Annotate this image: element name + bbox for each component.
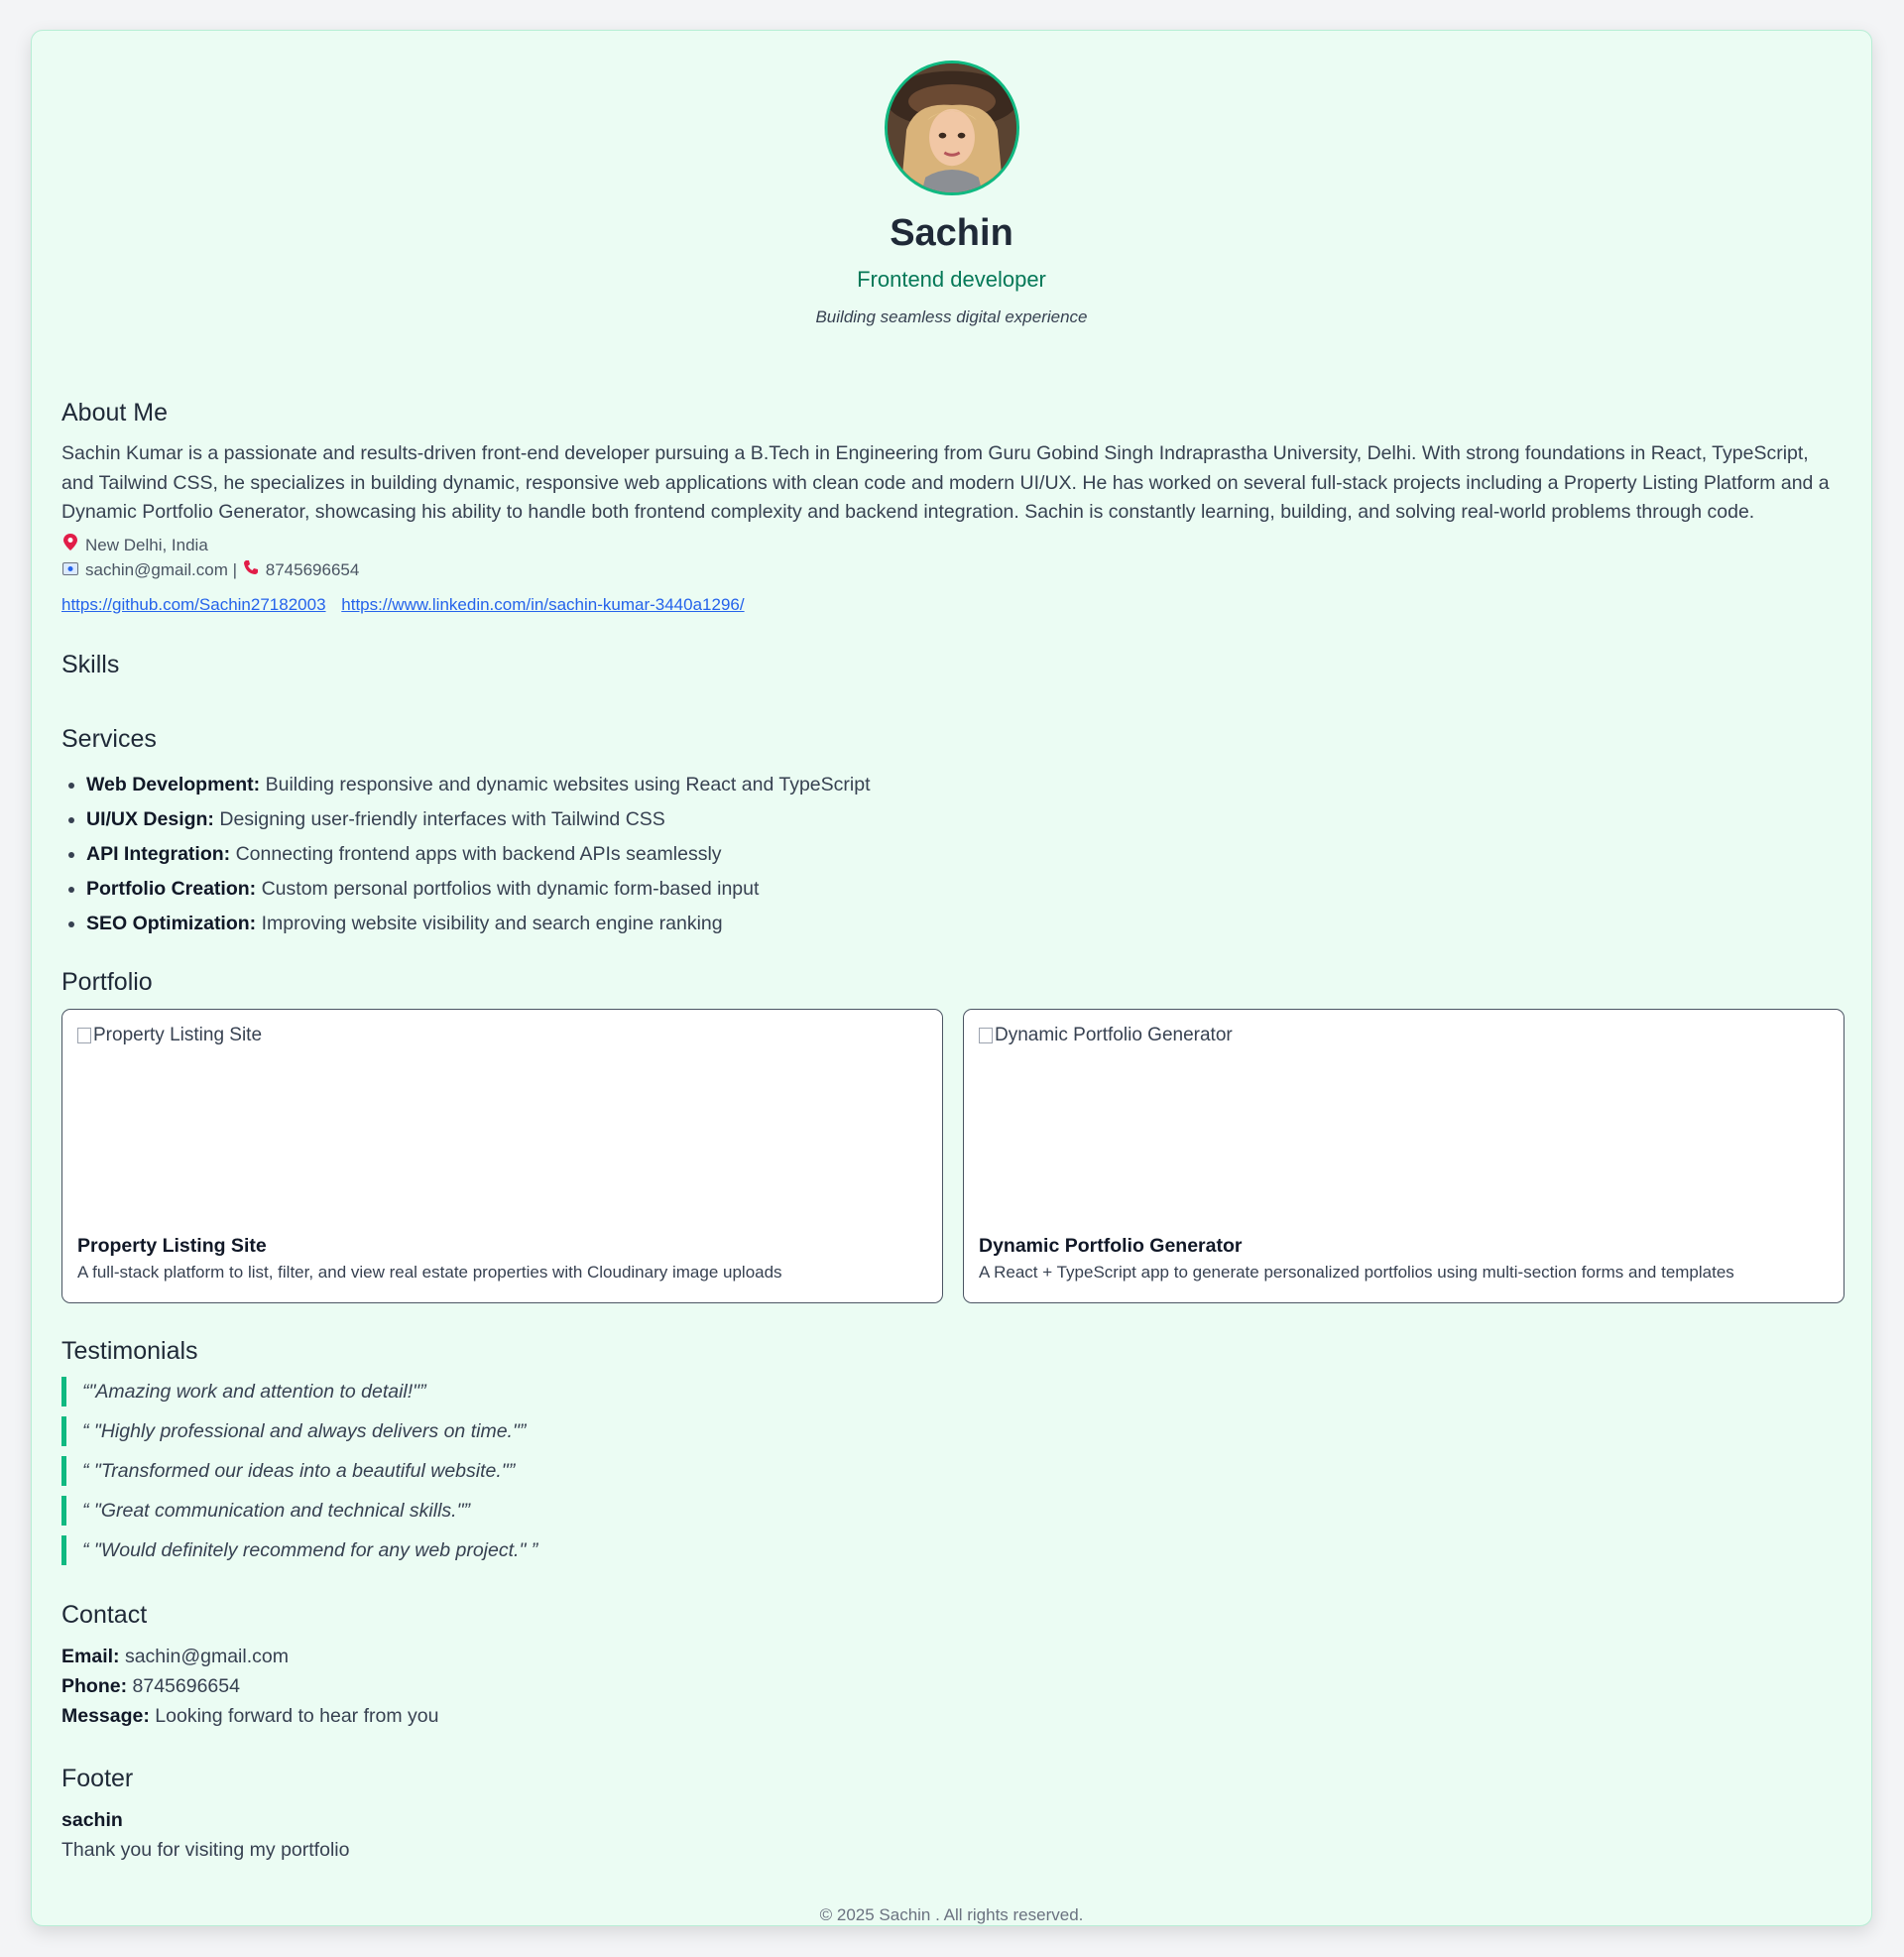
services-list: Web Development: Building responsive and… [61,768,871,941]
service-desc: Improving website visibility and search … [261,913,723,934]
about-text: Sachin Kumar is a passionate and results… [61,442,1830,523]
service-desc: Connecting frontend apps with backend AP… [235,843,722,865]
project-image: Dynamic Portfolio Generator [979,1025,1829,1233]
testimonial-quote: “ "Would definitely recommend for any we… [61,1535,537,1565]
contact-message-value: Looking forward to hear from you [155,1705,439,1727]
profile-header: Sachin Frontend developer Building seaml… [61,61,1842,328]
testimonial-quote: “ "Transformed our ideas into a beautifu… [61,1456,537,1486]
copyright-text: © 2025 Sachin . All rights reserved. [819,1905,1084,1924]
contact-email-row: Email: sachin@gmail.com [61,1642,438,1671]
phone-icon [242,558,260,582]
footer-details: sachin Thank you for visiting my portfol… [61,1805,349,1865]
portfolio-grid: Property Listing Site Property Listing S… [61,1009,1844,1303]
portfolio-content: Sachin Frontend developer Building seaml… [61,31,1844,1925]
project-title: Dynamic Portfolio Generator [979,1235,1243,1257]
email-text: sachin@gmail.com [85,560,228,579]
services-title: Services [61,725,157,753]
service-item: UI/UX Design: Designing user-friendly in… [86,802,871,837]
social-links: https://github.com/Sachin27182003 https:… [61,593,756,617]
project-image-alt: Property Listing Site [93,1025,263,1045]
avatar-portrait-image [887,63,1016,192]
project-desc: A React + TypeScript app to generate per… [979,1263,1734,1282]
contact-email-label: Email: [61,1646,120,1667]
service-desc: Building responsive and dynamic websites… [265,774,871,795]
contact-title: Contact [61,1601,148,1629]
project-image: Property Listing Site [77,1025,927,1233]
project-image-alt: Dynamic Portfolio Generator [995,1025,1233,1045]
service-item: Portfolio Creation: Custom personal port… [86,872,871,907]
footer-title: Footer [61,1765,134,1792]
footer-name: sachin [61,1809,123,1831]
contact-details: Email: sachin@gmail.com Phone: 874569665… [61,1642,438,1731]
contact-separator: | [232,560,238,579]
project-card-portfolio-generator[interactable]: Dynamic Portfolio Generator Dynamic Port… [963,1009,1844,1303]
service-item: API Integration: Connecting frontend app… [86,837,871,872]
service-desc: Designing user-friendly interfaces with … [219,808,665,830]
project-desc: A full-stack platform to list, filter, a… [77,1263,782,1282]
portfolio-card: Sachin Frontend developer Building seaml… [31,30,1872,1926]
service-name: Portfolio Creation: [86,878,257,900]
contact-message-row: Message: Looking forward to hear from yo… [61,1701,438,1731]
location-line: New Delhi, India [61,534,208,557]
github-link[interactable]: https://github.com/Sachin27182003 [61,595,326,614]
testimonial-quote: “ "Highly professional and always delive… [61,1416,537,1446]
portfolio-title: Portfolio [61,968,153,996]
contact-phone-label: Phone: [61,1675,128,1697]
testimonials-title: Testimonials [61,1337,198,1365]
contact-phone-row: Phone: 8745696654 [61,1671,438,1701]
contact-info-line: sachin@gmail.com | 8745696654 [61,558,359,582]
profile-tagline: Building seamless digital experience [815,307,1088,326]
contact-phone-value: 8745696654 [132,1675,240,1697]
linkedin-link[interactable]: https://www.linkedin.com/in/sachin-kumar… [341,595,744,614]
phone-text: 8745696654 [265,560,360,579]
service-desc: Custom personal portfolios with dynamic … [261,878,760,900]
location-pin-icon [61,534,79,557]
project-title: Property Listing Site [77,1235,267,1257]
footer-text: Thank you for visiting my portfolio [61,1839,350,1861]
avatar [884,61,1019,195]
service-name: SEO Optimization: [86,913,257,934]
service-name: Web Development: [86,774,261,795]
broken-image-icon [979,1028,993,1043]
testimonial-quote: “"Amazing work and attention to detail!"… [61,1377,537,1407]
contact-message-label: Message: [61,1705,150,1727]
broken-image-icon [77,1028,91,1043]
about-title: About Me [61,399,169,427]
testimonials-list: “"Amazing work and attention to detail!"… [61,1377,537,1575]
location-text: New Delhi, India [85,536,208,554]
email-icon [61,558,79,582]
service-item: Web Development: Building responsive and… [86,768,871,802]
testimonial-quote: “ "Great communication and technical ski… [61,1496,537,1526]
profile-name: Sachin [890,212,1013,254]
service-name: API Integration: [86,843,231,865]
project-card-property-listing[interactable]: Property Listing Site Property Listing S… [61,1009,943,1303]
service-name: UI/UX Design: [86,808,214,830]
skills-title: Skills [61,651,120,678]
contact-email-value: sachin@gmail.com [124,1646,289,1667]
service-item: SEO Optimization: Improving website visi… [86,907,871,941]
profile-role: Frontend developer [857,267,1046,292]
